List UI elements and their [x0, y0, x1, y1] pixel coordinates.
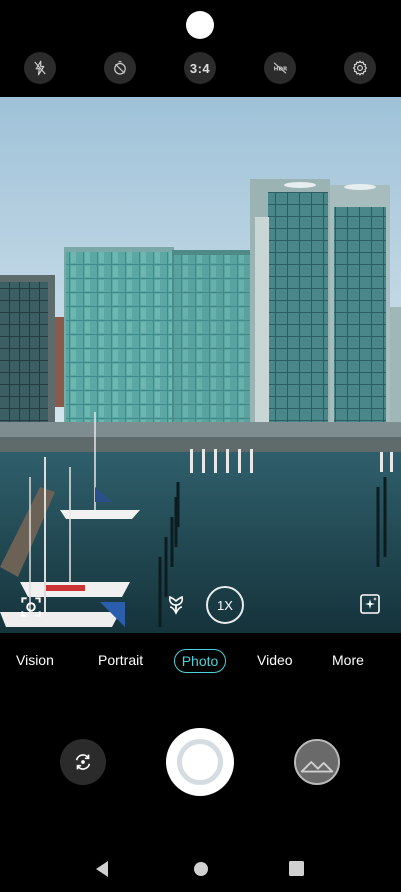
scene-detect-icon	[21, 597, 41, 617]
mode-more[interactable]: More	[332, 652, 364, 668]
gallery-thumbnail-button[interactable]	[294, 739, 340, 785]
shutter-ring	[177, 739, 223, 785]
timer-button[interactable]	[104, 52, 136, 84]
ai-sparkle-icon	[360, 594, 380, 614]
mode-vision[interactable]: Vision	[16, 652, 54, 668]
top-controls: 3:4 HDR	[0, 52, 401, 88]
front-camera-hole	[186, 11, 214, 39]
svg-text:HDR: HDR	[274, 67, 288, 73]
back-icon[interactable]	[94, 860, 110, 878]
lens-switch-button[interactable]	[18, 594, 44, 625]
camera-mode-selector: Vision Portrait Photo Video More	[0, 646, 401, 678]
mode-video[interactable]: Video	[257, 652, 293, 668]
gear-icon	[352, 60, 368, 76]
mode-photo[interactable]: Photo	[174, 649, 226, 673]
hdr-off-icon: HDR	[274, 62, 288, 74]
ai-enhance-button[interactable]	[358, 592, 382, 621]
flash-button[interactable]	[24, 52, 56, 84]
viewfinder[interactable]: 1X	[0, 97, 401, 633]
hdr-button[interactable]: HDR	[264, 52, 296, 84]
camera-preview-scene	[0, 97, 401, 633]
timer-off-icon	[114, 61, 126, 75]
flash-off-icon	[34, 60, 46, 76]
system-navigation-bar	[0, 852, 401, 886]
flip-camera-button[interactable]	[60, 739, 106, 785]
flip-camera-icon	[75, 754, 91, 770]
aspect-ratio-label: 3:4	[189, 60, 211, 76]
phone-screen: 3:4 HDR 1X Vision Portrait Photo Video M…	[0, 0, 401, 892]
gallery-image-icon	[296, 741, 338, 783]
recents-icon[interactable]	[289, 861, 304, 876]
home-icon[interactable]	[193, 861, 209, 877]
aspect-ratio-button[interactable]: 3:4	[184, 52, 216, 84]
macro-button[interactable]	[164, 592, 188, 621]
macro-flower-icon	[168, 595, 184, 615]
settings-button[interactable]	[344, 52, 376, 84]
zoom-label: 1X	[217, 597, 233, 613]
mode-portrait[interactable]: Portrait	[98, 652, 143, 668]
shutter-button[interactable]	[166, 728, 234, 796]
zoom-button[interactable]: 1X	[206, 586, 244, 624]
